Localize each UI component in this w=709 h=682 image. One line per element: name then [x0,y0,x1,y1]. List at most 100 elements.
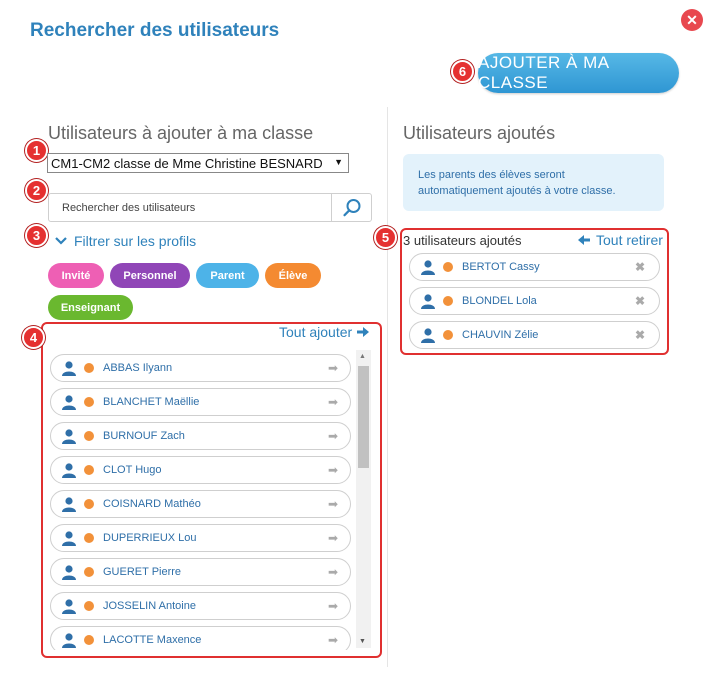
callout-badge-1: 1 [25,139,48,162]
user-name: BERTOT Cassy [462,261,540,273]
student-dot [84,635,94,645]
user-row[interactable]: COISNARD Mathéo ➡ [50,490,351,518]
add-arrow-icon[interactable]: ➡ [328,463,338,477]
add-arrow-icon[interactable]: ➡ [328,361,338,375]
user-name: DUPERRIEUX Lou [103,532,197,544]
user-name: BURNOUF Zach [103,430,185,442]
student-dot [443,330,453,340]
search-button[interactable] [331,194,372,221]
search-icon [343,198,361,216]
user-name: JOSSELIN Antoine [103,600,196,612]
close-icon: ✕ [686,11,698,28]
add-arrow-icon[interactable]: ➡ [328,633,338,647]
student-dot [84,499,94,509]
student-dot [443,296,453,306]
add-arrow-icon[interactable]: ➡ [328,599,338,613]
remove-icon[interactable]: ✖ [635,260,645,274]
column-divider [387,107,388,667]
chip-invite[interactable]: Invité [48,263,104,288]
user-name: COISNARD Mathéo [103,498,201,510]
student-dot [84,533,94,543]
add-all-label: Tout ajouter [279,324,353,340]
filter-profiles-toggle[interactable]: Filtrer sur les profils [55,233,196,249]
remove-all-link[interactable]: Tout retirer [578,232,663,248]
search-box [48,193,372,222]
user-list: ABBAS Ilyann ➡ BLANCHET Maëllie ➡ BURNOU… [49,348,374,650]
added-users-title: Utilisateurs ajoutés [403,123,556,143]
added-count: 3 utilisateurs ajoutés [403,233,522,248]
user-row[interactable]: CLOT Hugo ➡ [50,456,351,484]
chip-personnel[interactable]: Personnel [110,263,190,288]
added-user-row: CHAUVIN Zélie ✖ [409,321,660,349]
user-avatar-icon [421,294,435,309]
user-avatar-icon [62,599,76,614]
user-name: BLANCHET Maëllie [103,396,200,408]
remove-icon[interactable]: ✖ [635,294,645,308]
student-dot [84,431,94,441]
user-avatar-icon [62,531,76,546]
add-arrow-icon[interactable]: ➡ [328,395,338,409]
dropdown-arrow-icon: ▼ [334,157,343,167]
callout-badge-6: 6 [451,60,474,83]
class-select[interactable]: CM1-CM2 classe de Mme Christine BESNARD … [47,153,349,173]
user-row[interactable]: ABBAS Ilyann ➡ [50,354,351,382]
student-dot [443,262,453,272]
user-row[interactable]: GUERET Pierre ➡ [50,558,351,586]
user-name: ABBAS Ilyann [103,362,173,374]
add-to-class-button[interactable]: AJOUTER À MA CLASSE [478,53,679,93]
student-dot [84,601,94,611]
chip-enseignant[interactable]: Enseignant [48,295,133,320]
added-user-row: BERTOT Cassy ✖ [409,253,660,281]
search-input[interactable] [49,194,331,221]
chip-eleve[interactable]: Élève [265,263,321,288]
callout-badge-4: 4 [22,326,45,349]
chevron-down-icon [55,237,67,245]
user-row[interactable]: LACOTTE Maxence ➡ [50,626,351,650]
info-message: Les parents des élèves seront automatiqu… [403,154,664,211]
remove-all-label: Tout retirer [596,232,663,248]
class-select-value: CM1-CM2 classe de Mme Christine BESNARD [51,155,323,171]
arrow-left-icon [578,235,590,245]
remove-icon[interactable]: ✖ [635,328,645,342]
user-name: CLOT Hugo [103,464,162,476]
user-avatar-icon [62,633,76,648]
user-avatar-icon [62,395,76,410]
student-dot [84,363,94,373]
user-avatar-icon [62,463,76,478]
add-arrow-icon[interactable]: ➡ [328,565,338,579]
scroll-thumb[interactable] [358,366,369,468]
user-name: BLONDEL Lola [462,295,537,307]
scroll-up-arrow-icon[interactable]: ▲ [359,353,366,360]
callout-badge-3: 3 [25,224,48,247]
chip-parent[interactable]: Parent [196,263,259,288]
add-arrow-icon[interactable]: ➡ [328,497,338,511]
user-name: CHAUVIN Zélie [462,329,539,341]
student-dot [84,465,94,475]
users-to-add-title: Utilisateurs à ajouter à ma classe [48,123,314,143]
dialog-title: Rechercher des utilisateurs [30,20,280,41]
student-dot [84,397,94,407]
add-all-link[interactable]: Tout ajouter [279,324,370,340]
close-button[interactable]: ✕ [681,9,703,31]
added-user-row: BLONDEL Lola ✖ [409,287,660,315]
user-avatar-icon [421,260,435,275]
user-avatar-icon [62,429,76,444]
user-avatar-icon [421,328,435,343]
student-dot [84,567,94,577]
user-row[interactable]: BURNOUF Zach ➡ [50,422,351,450]
user-avatar-icon [62,565,76,580]
user-row[interactable]: JOSSELIN Antoine ➡ [50,592,351,620]
filter-profiles-label: Filtrer sur les profils [74,233,197,249]
user-row[interactable]: BLANCHET Maëllie ➡ [50,388,351,416]
user-list-scrollbar[interactable]: ▲ ▼ [356,350,371,648]
user-row[interactable]: DUPERRIEUX Lou ➡ [50,524,351,552]
user-name: LACOTTE Maxence [103,634,202,646]
add-arrow-icon[interactable]: ➡ [328,531,338,545]
user-avatar-icon [62,497,76,512]
user-avatar-icon [62,361,76,376]
callout-badge-5: 5 [374,226,397,249]
add-arrow-icon[interactable]: ➡ [328,429,338,443]
callout-badge-2: 2 [25,179,48,202]
scroll-down-arrow-icon[interactable]: ▼ [359,638,366,645]
arrow-right-icon [357,327,370,337]
